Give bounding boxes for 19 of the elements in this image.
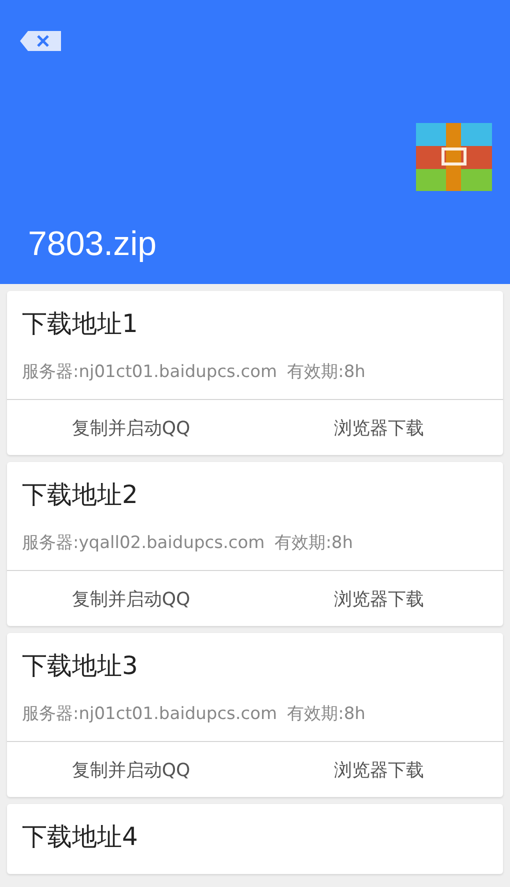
- link-title: 下载地址3: [22, 650, 139, 682]
- link-title: 下载地址2: [22, 479, 139, 511]
- action-button[interactable]: 复制并启动QQ: [7, 742, 255, 797]
- action-button[interactable]: 复制并启动QQ: [7, 400, 255, 455]
- server-text: 服务器:nj01ct01.baidupcs.com: [22, 361, 278, 384]
- action-button[interactable]: 浏览器下载: [255, 742, 503, 797]
- link-title: 下载地址4: [22, 821, 139, 853]
- expiry-text: 有效期:8h: [287, 361, 366, 384]
- archive-icon: [416, 123, 492, 191]
- action-button[interactable]: 浏览器下载: [255, 400, 503, 455]
- action-button[interactable]: 浏览器下载: [255, 571, 503, 626]
- server-text: 服务器:nj01ct01.baidupcs.com: [22, 703, 278, 726]
- expiry-text: 有效期:8h: [287, 703, 366, 726]
- server-text: 服务器:yqall02.baidupcs.com: [22, 532, 265, 555]
- link-title: 下载地址1: [22, 308, 139, 340]
- file-name: 7803.zip: [28, 224, 157, 265]
- backspace-icon[interactable]: [20, 31, 61, 51]
- action-button[interactable]: 复制并启动QQ: [7, 571, 255, 626]
- expiry-text: 有效期:8h: [274, 532, 354, 555]
